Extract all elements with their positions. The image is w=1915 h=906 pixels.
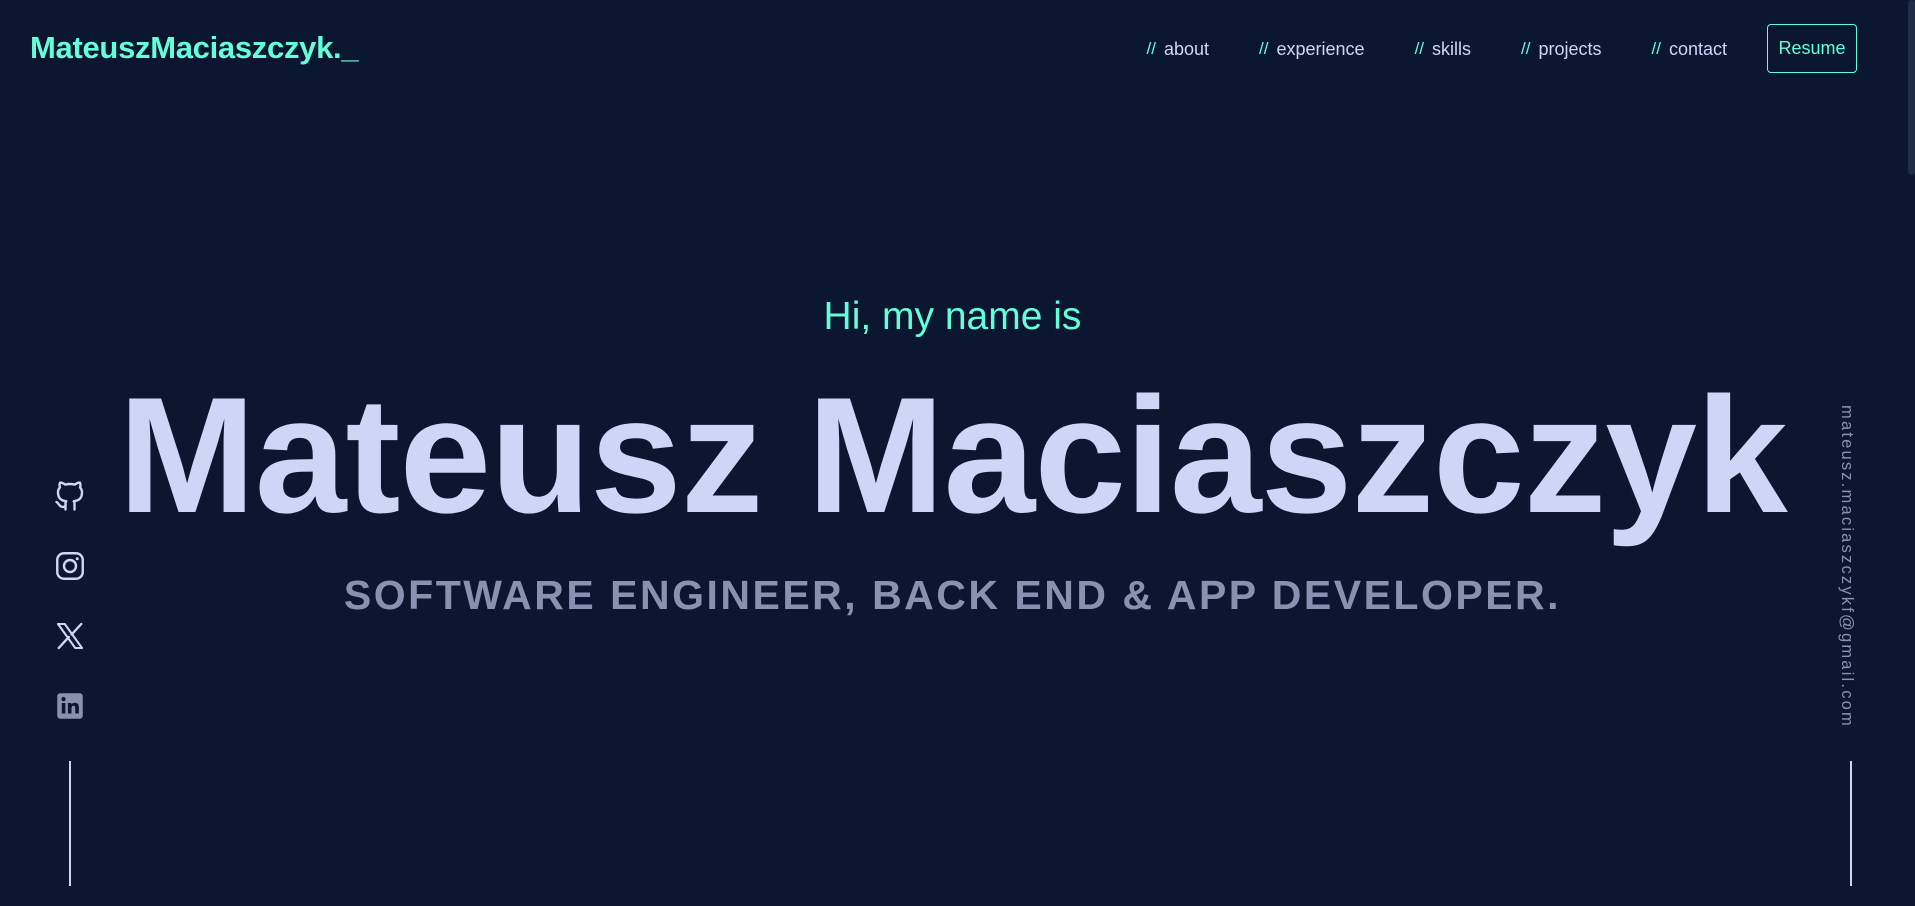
social-links [52,478,88,758]
right-divider-line [1850,761,1852,886]
github-icon [55,481,84,511]
instagram-link[interactable] [52,548,88,584]
page: MateuszMaciaszczyk._ // about // experie… [0,0,1915,906]
scrollbar[interactable] [1905,0,1915,906]
email-link[interactable]: mateusz.maciaszczykf@gmail.com [1837,405,1857,728]
hero-greeting: Hi, my name is [823,295,1082,338]
hero-subtitle: SOFTWARE ENGINEER, BACK END & APP DEVELO… [343,572,1562,618]
scrollbar-thumb[interactable] [1908,0,1915,175]
hero-name: Mateusz Maciaszczyk [118,363,1787,547]
x-icon [56,622,84,650]
instagram-icon [56,552,84,580]
linkedin-icon [57,693,83,719]
hero-section: Hi, my name is Mateusz Maciaszczyk SOFTW… [0,0,1905,906]
left-divider-line [69,761,71,886]
x-link[interactable] [52,618,88,654]
linkedin-link[interactable] [52,688,88,724]
github-link[interactable] [52,478,88,514]
